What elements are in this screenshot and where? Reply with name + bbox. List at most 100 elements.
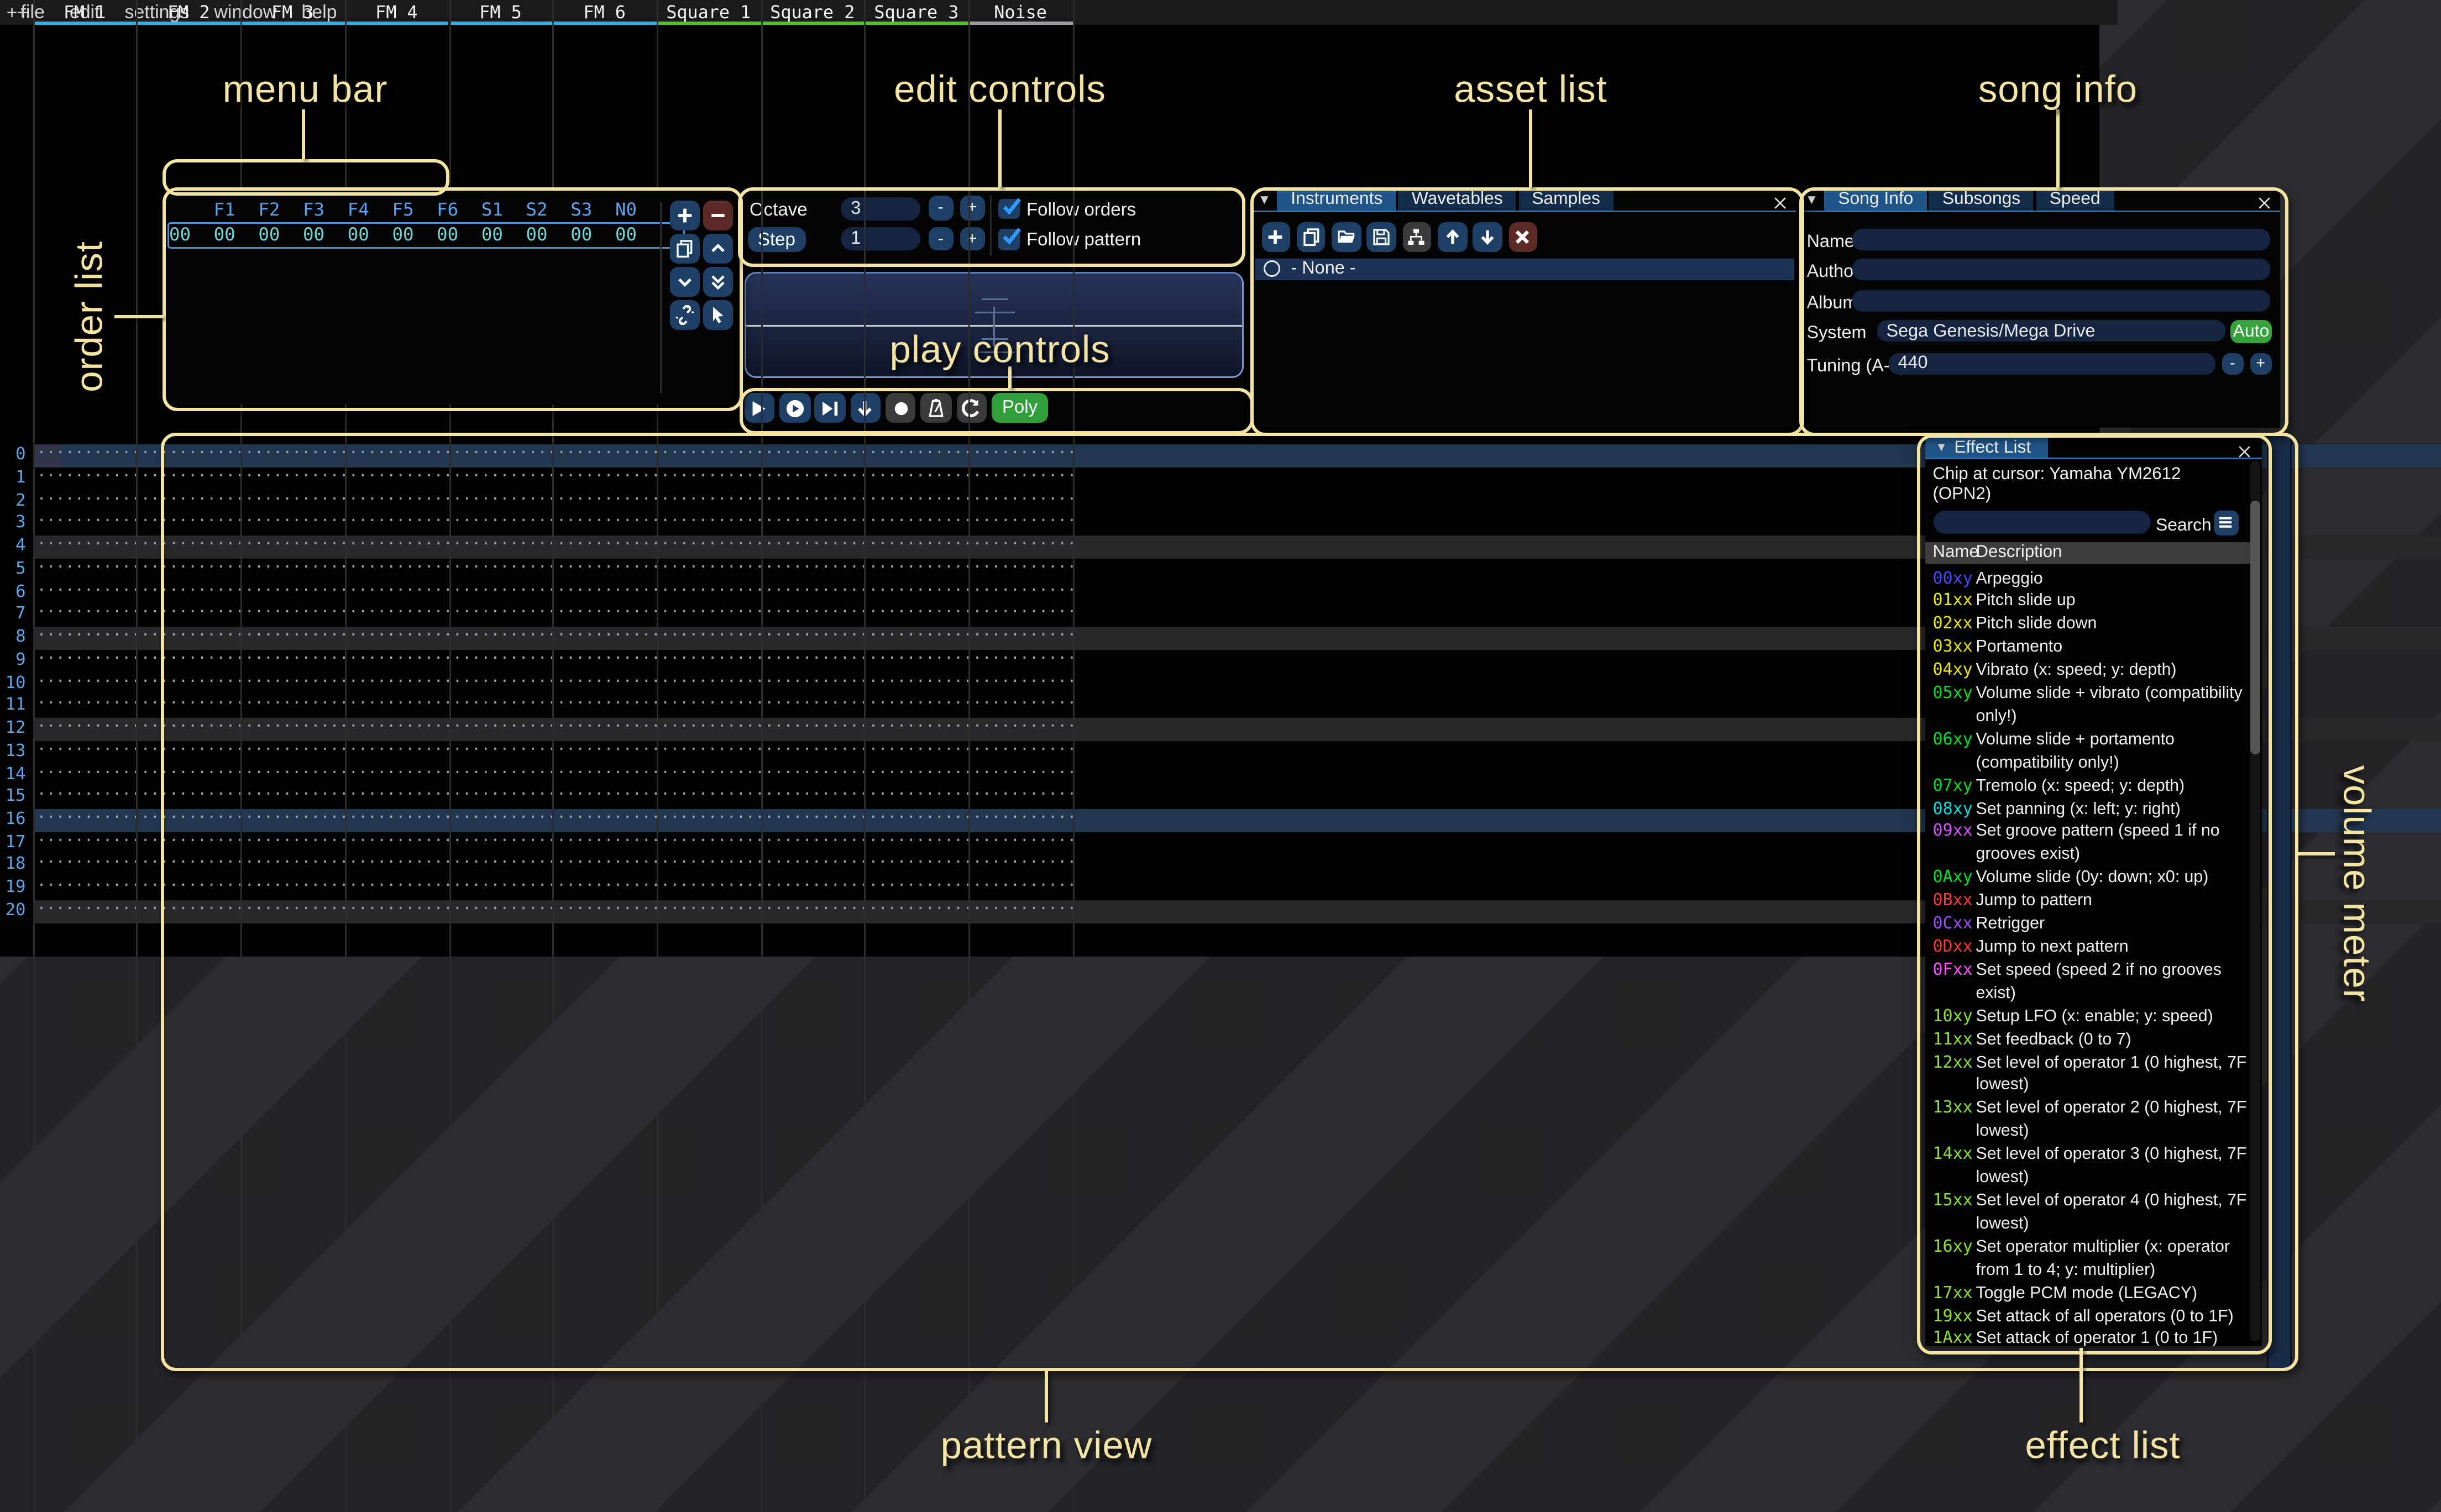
tab-wavetables[interactable]: Wavetables (1398, 188, 1516, 210)
auto-system-button[interactable]: Auto (2230, 320, 2272, 343)
pattern-cell[interactable]: ··········· (761, 490, 865, 513)
pattern-row[interactable]: 11······································… (0, 695, 2099, 718)
pattern-cell[interactable]: ··········· (865, 718, 968, 741)
pattern-cell[interactable]: ··········· (761, 718, 865, 741)
edit-record-button[interactable] (886, 392, 916, 423)
pattern-cell[interactable]: ··········· (865, 786, 968, 809)
pattern-row[interactable]: 10······································… (0, 673, 2099, 695)
pattern-cell[interactable]: ··········· (344, 786, 448, 809)
pattern-cell[interactable]: ··········· (968, 854, 1072, 877)
pattern-cell[interactable]: ··········· (553, 536, 657, 559)
pattern-cell[interactable]: ··········· (553, 786, 657, 809)
pattern-cell[interactable]: ··········· (33, 673, 137, 695)
order-cell[interactable]: 00 (570, 224, 592, 245)
effect-row[interactable]: 07xyTremolo (x: speed; y: depth) (1925, 775, 2250, 799)
pattern-row[interactable]: 0·······································… (0, 445, 2099, 468)
pattern-row[interactable]: 3·······································… (0, 513, 2099, 536)
move-order-up-button[interactable] (703, 234, 733, 264)
pattern-cell[interactable]: ··········· (657, 627, 761, 649)
effect-row[interactable]: 03xxPortamento (1925, 637, 2250, 660)
pattern-cell[interactable]: ··········· (865, 877, 968, 900)
pattern-cell[interactable]: ··········· (761, 741, 865, 763)
pattern-cell[interactable]: ··········· (33, 832, 137, 854)
asset-list-item[interactable]: - None - (1255, 258, 1794, 281)
pattern-cell[interactable]: ··········· (137, 695, 240, 718)
pattern-cell[interactable]: ··········· (33, 741, 137, 763)
pattern-cell[interactable]: ··········· (137, 490, 240, 513)
pattern-cell[interactable]: ··········· (137, 741, 240, 763)
pattern-cell[interactable]: ··········· (344, 490, 448, 513)
pattern-cell[interactable]: ··········· (865, 604, 968, 627)
pattern-cell[interactable]: ··········· (33, 695, 137, 718)
pattern-cell[interactable]: ··········· (865, 581, 968, 604)
pattern-cell[interactable]: ··········· (865, 741, 968, 763)
pattern-cell[interactable]: ··········· (553, 445, 657, 468)
asset-directory-button[interactable] (1402, 222, 1432, 251)
effect-list-titlebar[interactable]: ▼ Effect List (1925, 437, 2262, 460)
pattern-cell[interactable]: ··········· (865, 673, 968, 695)
effect-row[interactable]: 17xxToggle PCM mode (LEGACY) (1925, 1283, 2250, 1306)
scrollbar-thumb[interactable] (2250, 501, 2260, 754)
pattern-cell[interactable]: ··········· (657, 741, 761, 763)
pattern-cell[interactable]: ··········· (344, 468, 448, 490)
pattern-row[interactable]: 4·······································… (0, 536, 2099, 559)
pattern-cell[interactable]: ··········· (240, 604, 344, 627)
pattern-cell[interactable]: ··········· (33, 490, 137, 513)
pattern-cell[interactable]: ··········· (865, 468, 968, 490)
pattern-cell[interactable]: ··········· (137, 445, 240, 468)
pattern-cell[interactable]: ··········· (761, 536, 865, 559)
pattern-cell[interactable]: ··········· (33, 854, 137, 877)
pattern-cell[interactable]: ··········· (33, 445, 137, 468)
pattern-cell[interactable]: ··········· (33, 877, 137, 900)
effect-row[interactable]: 13xxSet level of operator 2 (0 highest, … (1925, 1098, 2250, 1144)
pattern-cell[interactable]: ··········· (240, 695, 344, 718)
order-row-selection[interactable] (167, 222, 685, 249)
pattern-cell[interactable]: ··········· (344, 513, 448, 536)
metronome-button[interactable] (921, 392, 952, 423)
pattern-cell[interactable]: ··········· (449, 490, 553, 513)
pattern-cell[interactable]: ··········· (865, 536, 968, 559)
pattern-cell[interactable]: ··········· (657, 536, 761, 559)
pattern-cell[interactable]: ··········· (137, 468, 240, 490)
order-edit-mode-button[interactable] (703, 300, 733, 330)
pattern-cell[interactable]: ··········· (865, 900, 968, 923)
tab-samples[interactable]: Samples (1518, 188, 1614, 210)
tuning-increment-button[interactable]: + (2250, 353, 2272, 375)
order-cell[interactable]: 00 (303, 224, 324, 245)
pattern-cell[interactable]: ··········· (344, 604, 448, 627)
close-icon[interactable] (2255, 190, 2275, 210)
pattern-cell[interactable]: ··········· (968, 741, 1072, 763)
pattern-cell[interactable]: ··········· (240, 581, 344, 604)
effect-row[interactable]: 16xySet operator multiplier (x: operator… (1925, 1236, 2250, 1282)
effect-row[interactable]: 0AxyVolume slide (0y: down; x0: up) (1925, 868, 2250, 891)
pattern-cell[interactable]: ··········· (240, 468, 344, 490)
order-row-label[interactable]: 00 (169, 224, 191, 245)
pattern-cell[interactable]: ··········· (865, 809, 968, 832)
play-one-row-button[interactable] (815, 392, 846, 423)
pattern-cell[interactable]: ··········· (33, 468, 137, 490)
pattern-cell[interactable]: ··········· (137, 900, 240, 923)
pattern-row[interactable]: 12······································… (0, 718, 2099, 741)
pattern-cell[interactable]: ··········· (968, 536, 1072, 559)
pattern-cell[interactable]: ··········· (449, 695, 553, 718)
pattern-cell[interactable]: ··········· (968, 718, 1072, 741)
pattern-cell[interactable]: ··········· (33, 786, 137, 809)
effect-row[interactable]: 06xyVolume slide + portamento(compatibil… (1925, 729, 2250, 775)
pattern-cell[interactable]: ··········· (968, 786, 1072, 809)
pattern-cell[interactable]: ··········· (344, 854, 448, 877)
pattern-cell[interactable]: ··········· (33, 513, 137, 536)
pattern-cell[interactable]: ··········· (137, 559, 240, 581)
pattern-cell[interactable]: ··········· (657, 695, 761, 718)
follow-orders-checkbox[interactable] (998, 198, 1019, 219)
pattern-cell[interactable]: ··········· (449, 581, 553, 604)
pattern-cell[interactable]: ··········· (137, 877, 240, 900)
remove-order-button[interactable] (703, 201, 733, 231)
pattern-cell[interactable]: ··········· (240, 718, 344, 741)
pattern-cell[interactable]: ··········· (657, 581, 761, 604)
pattern-cell[interactable]: ··········· (240, 673, 344, 695)
pattern-cell[interactable]: ··········· (449, 900, 553, 923)
pattern-cell[interactable]: ··········· (761, 559, 865, 581)
close-icon[interactable] (1771, 190, 1791, 210)
pattern-view[interactable]: ++ FM 1FM 2FM 3FM 4FM 5FM 6Square 1Squar… (0, 25, 2099, 957)
follow-pattern-checkbox[interactable] (998, 229, 1019, 250)
